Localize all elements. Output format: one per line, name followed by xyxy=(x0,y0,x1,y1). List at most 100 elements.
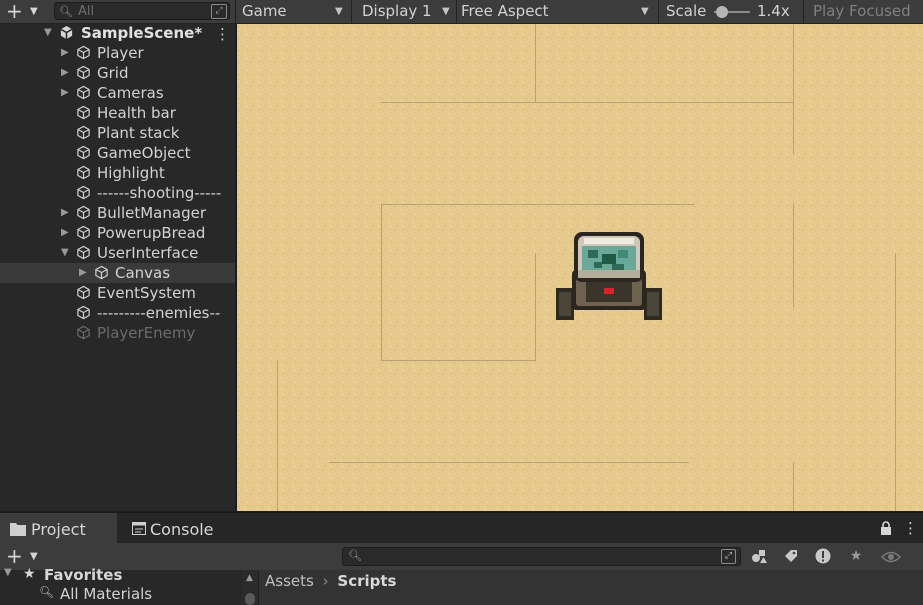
favorite-star-icon[interactable]: ★ xyxy=(847,546,865,566)
hierarchy-item[interactable]: Plant stack xyxy=(0,123,235,143)
gameobject-cube-icon xyxy=(77,85,90,100)
toolbar-divider xyxy=(351,0,352,23)
tab-project-label: Project xyxy=(31,520,86,539)
chevron-down-icon: ▼ xyxy=(442,6,450,17)
filter-by-label-icon[interactable] xyxy=(782,546,800,566)
expand-arrow-icon[interactable]: ▶ xyxy=(79,263,87,283)
plus-icon: + xyxy=(6,544,23,568)
breadcrumb-current[interactable]: Scripts xyxy=(337,572,396,590)
project-search-input[interactable]: 🔍︎ xyxy=(342,547,741,566)
hierarchy-item-label: PlayerEnemy xyxy=(97,324,196,342)
unity-scene-icon xyxy=(60,25,73,40)
expand-arrow-icon[interactable]: ▶ xyxy=(61,63,69,83)
favorites-header[interactable]: Favorites xyxy=(44,566,122,584)
hierarchy-item-label: UserInterface xyxy=(97,244,199,262)
tile-seam xyxy=(381,204,695,205)
gameobject-cube-icon xyxy=(77,305,90,320)
expand-arrow-icon[interactable]: ▶ xyxy=(61,203,69,223)
gameobject-cube-icon xyxy=(77,245,90,260)
eye-icon xyxy=(881,551,901,563)
hierarchy-item[interactable]: ▶ Cameras xyxy=(0,83,235,103)
hidden-packages-toggle[interactable]: 27 xyxy=(881,547,923,586)
folder-tree-scrollbar[interactable]: ▲ xyxy=(242,570,258,605)
hierarchy-item-label: GameObject xyxy=(97,144,191,162)
player-robot-sprite xyxy=(556,232,662,320)
search-window-icon[interactable]: ⤢ xyxy=(721,549,736,564)
hierarchy-item[interactable]: ▶ Canvas xyxy=(0,263,235,283)
scrollbar-thumb[interactable] xyxy=(245,593,255,605)
scale-label: Scale xyxy=(666,2,707,20)
tab-console[interactable]: Console xyxy=(130,513,230,544)
expand-arrow-icon[interactable]: ▶ xyxy=(61,223,69,243)
gameobject-cube-icon xyxy=(77,285,90,300)
tab-project[interactable]: Project xyxy=(0,513,117,544)
hierarchy-item[interactable]: Health bar xyxy=(0,103,235,123)
lock-icon[interactable] xyxy=(880,521,894,535)
hierarchy-item-label: PowerupBread xyxy=(97,224,206,242)
hierarchy-item-label: Player xyxy=(97,44,144,62)
play-focused-dropdown[interactable]: Play Focused xyxy=(813,0,911,23)
collapse-arrow-icon[interactable]: ▼ xyxy=(44,23,52,43)
hierarchy-item[interactable]: GameObject xyxy=(0,143,235,163)
tile-seam xyxy=(381,102,793,103)
scroll-up-icon[interactable]: ▲ xyxy=(246,573,253,583)
aspect-label: Free Aspect xyxy=(461,2,549,20)
expand-arrow-icon[interactable]: ▶ xyxy=(61,43,69,63)
gameobject-cube-icon xyxy=(77,145,90,160)
hierarchy-item[interactable]: ▶ PowerupBread xyxy=(0,223,235,243)
plus-icon: + xyxy=(6,0,23,23)
view-mode-dropdown[interactable]: Game ▼ xyxy=(242,0,350,23)
hierarchy-search-input[interactable]: 🔍︎ All ⤢ xyxy=(54,2,230,20)
project-create-button[interactable]: + ▼ xyxy=(6,544,42,568)
hierarchy-item[interactable]: ------shooting----- xyxy=(0,183,235,203)
view-mode-label: Game xyxy=(242,2,287,20)
hierarchy-item[interactable]: PlayerEnemy xyxy=(0,323,235,343)
scene-row[interactable]: ▼ SampleScene* xyxy=(0,23,235,43)
hierarchy-item[interactable]: Highlight xyxy=(0,163,235,183)
breadcrumb-item[interactable]: Assets xyxy=(265,572,314,590)
display-dropdown[interactable]: Display 1 ▼ xyxy=(362,0,454,23)
gameobject-cube-icon xyxy=(77,205,90,220)
gameobject-cube-icon xyxy=(77,325,90,340)
hierarchy-item[interactable]: EventSystem xyxy=(0,283,235,303)
aspect-dropdown[interactable]: Free Aspect ▼ xyxy=(461,0,656,23)
hierarchy-item[interactable]: ---------enemies-- xyxy=(0,303,235,323)
tab-console-label: Console xyxy=(150,520,214,539)
hierarchy-item-label: BulletManager xyxy=(97,204,206,222)
filter-by-type-icon[interactable] xyxy=(750,546,768,566)
hierarchy-item-label: Canvas xyxy=(115,264,171,282)
hierarchy-item[interactable]: ▶ Grid xyxy=(0,63,235,83)
search-options-icon[interactable]: ⤢ xyxy=(211,4,227,19)
panel-menu-icon[interactable]: ⋮ xyxy=(903,519,918,537)
game-view[interactable] xyxy=(236,24,923,511)
tile-seam xyxy=(793,204,794,308)
favorites-item[interactable]: All Materials xyxy=(60,585,152,603)
collapse-arrow-icon[interactable]: ▼ xyxy=(4,567,12,578)
tile-seam xyxy=(793,24,794,154)
gameobject-cube-icon xyxy=(77,105,90,120)
tile-seam xyxy=(895,254,896,511)
gameobject-cube-icon xyxy=(77,165,90,180)
gameobject-cube-icon xyxy=(77,65,90,80)
console-icon xyxy=(132,522,146,535)
project-toolbar: +▼ 🔍︎ ⤢ ★ 27 xyxy=(0,543,923,586)
warning-filter-icon[interactable] xyxy=(814,546,832,566)
search-icon: 🔍︎ xyxy=(348,549,362,562)
scale-slider-handle[interactable] xyxy=(716,6,728,18)
scene-menu-icon[interactable]: ⋮ xyxy=(215,25,230,43)
game-toolbar: Game ▼ Display 1 ▼ Free Aspect ▼ Scale 1… xyxy=(236,0,923,24)
tile-seam xyxy=(535,24,536,102)
gameobject-cube-icon xyxy=(77,125,90,140)
favorites-star-icon: ★ xyxy=(23,566,36,582)
hierarchy-item-label: EventSystem xyxy=(97,284,196,302)
chevron-down-icon: ▼ xyxy=(30,6,38,17)
hierarchy-item[interactable]: ▼ UserInterface xyxy=(0,243,235,263)
gameobject-cube-icon xyxy=(77,45,90,60)
hierarchy-item[interactable]: ▶ Player xyxy=(0,43,235,63)
search-placeholder: All xyxy=(78,4,95,19)
hierarchy-item[interactable]: ▶ BulletManager xyxy=(0,203,235,223)
expand-arrow-icon[interactable]: ▶ xyxy=(61,83,69,103)
hierarchy-item-label: Highlight xyxy=(97,164,165,182)
collapse-arrow-icon[interactable]: ▼ xyxy=(61,243,69,263)
create-button[interactable]: + ▼ xyxy=(6,1,42,21)
